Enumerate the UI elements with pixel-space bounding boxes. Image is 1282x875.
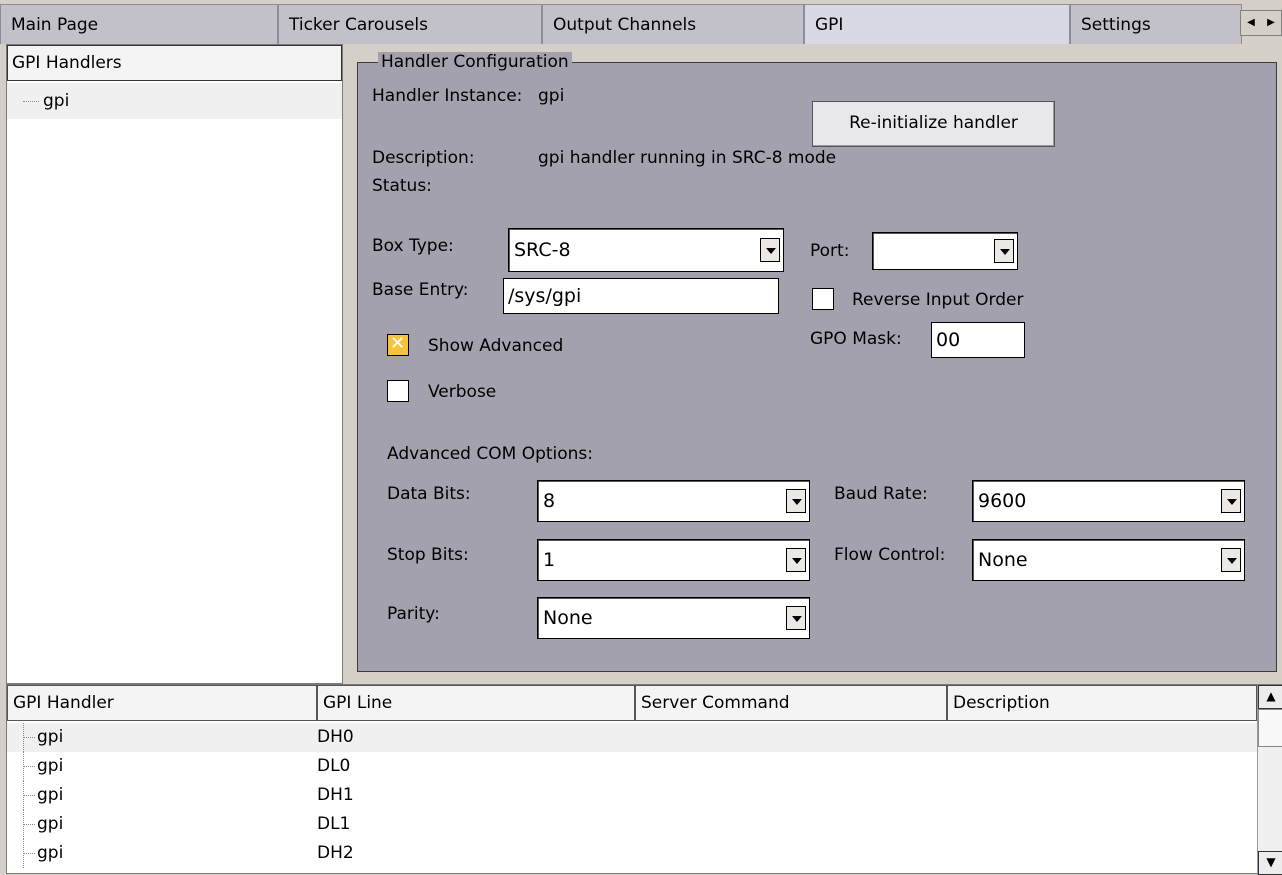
port-label: Port: bbox=[810, 241, 850, 261]
handler-configuration-group: Handler Configuration Handler Instance: … bbox=[357, 52, 1277, 672]
table-row[interactable]: gpi DL0 bbox=[7, 752, 1257, 781]
box-type-select[interactable]: SRC-8 bbox=[508, 228, 784, 272]
cell-line: DH2 bbox=[317, 843, 354, 863]
tab-scroll-buttons: ◀ ▶ bbox=[1240, 10, 1282, 36]
stop-bits-value: 1 bbox=[543, 549, 556, 571]
description-label: Description: bbox=[372, 148, 475, 168]
description-value: gpi handler running in SRC-8 mode bbox=[538, 148, 837, 168]
chevron-down-icon[interactable] bbox=[760, 238, 780, 262]
gpo-mask-label: GPO Mask: bbox=[810, 329, 902, 349]
cell-line: DL0 bbox=[317, 756, 351, 776]
cell-handler: gpi bbox=[37, 785, 64, 805]
tab-gpi[interactable]: GPI bbox=[804, 4, 1070, 44]
chevron-down-icon[interactable] bbox=[994, 239, 1014, 263]
tab-output-channels[interactable]: Output Channels bbox=[542, 4, 804, 44]
column-header-gpi-line[interactable]: GPI Line bbox=[317, 685, 635, 721]
tree-connector bbox=[23, 853, 35, 854]
cell-handler: gpi bbox=[37, 727, 64, 747]
status-label: Status: bbox=[372, 176, 432, 196]
chevron-down-icon[interactable] bbox=[1221, 489, 1241, 513]
tree-connector bbox=[23, 795, 35, 796]
cell-handler: gpi bbox=[37, 814, 64, 834]
tab-bar: Main Page Ticker Carousels Output Channe… bbox=[0, 0, 1282, 44]
tab-ticker-carousels[interactable]: Ticker Carousels bbox=[278, 4, 542, 44]
table-row[interactable]: gpi DH2 bbox=[7, 839, 1257, 868]
show-advanced-checkbox[interactable] bbox=[387, 333, 409, 356]
gpi-handlers-header: GPI Handlers bbox=[7, 45, 342, 81]
table-row[interactable]: gpi DH1 bbox=[7, 781, 1257, 810]
config-panel: Handler Configuration Handler Instance: … bbox=[345, 44, 1282, 684]
table-row[interactable]: gpi DL1 bbox=[7, 810, 1257, 839]
column-header-description[interactable]: Description bbox=[947, 685, 1257, 721]
port-select[interactable] bbox=[872, 232, 1018, 270]
cell-handler: gpi bbox=[37, 843, 64, 863]
tree-item-label: gpi bbox=[43, 91, 70, 111]
tab-label: Output Channels bbox=[553, 15, 697, 35]
chevron-down-icon[interactable] bbox=[786, 606, 806, 630]
cell-line: DL1 bbox=[317, 814, 351, 834]
table-scrollbar[interactable]: ▲ ▼ bbox=[1257, 685, 1282, 875]
cell-line: DH0 bbox=[317, 727, 354, 747]
data-bits-label: Data Bits: bbox=[387, 484, 471, 504]
tree-item-gpi[interactable]: gpi bbox=[7, 83, 342, 119]
tab-label: Main Page bbox=[11, 15, 99, 35]
cell-handler: gpi bbox=[37, 756, 64, 776]
column-header-server-command[interactable]: Server Command bbox=[635, 685, 947, 721]
chevron-down-icon[interactable] bbox=[1221, 548, 1241, 572]
baud-rate-value: 9600 bbox=[978, 490, 1027, 512]
handler-instance-value: gpi bbox=[538, 86, 565, 106]
scroll-down-icon[interactable]: ▼ bbox=[1258, 851, 1282, 875]
cell-line: DH1 bbox=[317, 785, 354, 805]
advanced-com-options-label: Advanced COM Options: bbox=[387, 444, 594, 464]
verbose-label: Verbose bbox=[428, 382, 497, 402]
tab-settings[interactable]: Settings bbox=[1070, 4, 1242, 44]
gpo-mask-field[interactable]: 00 bbox=[931, 322, 1025, 358]
scrollbar-thumb[interactable] bbox=[1258, 709, 1282, 747]
tree-connector bbox=[23, 737, 35, 738]
parity-select[interactable]: None bbox=[537, 597, 810, 639]
reinitialize-handler-button[interactable]: Re-initialize handler bbox=[812, 101, 1055, 147]
scroll-up-icon[interactable]: ▲ bbox=[1258, 685, 1282, 709]
tree-connector bbox=[23, 824, 35, 825]
flow-control-value: None bbox=[978, 549, 1028, 571]
group-title: Handler Configuration bbox=[378, 52, 572, 72]
gpi-lines-table: GPI Handler GPI Line Server Command Desc… bbox=[6, 684, 1282, 875]
reverse-input-order-checkbox[interactable] bbox=[812, 288, 834, 310]
reverse-input-order-label: Reverse Input Order bbox=[852, 290, 1024, 310]
chevron-down-icon[interactable] bbox=[786, 548, 806, 572]
base-entry-label: Base Entry: bbox=[372, 280, 469, 300]
baud-rate-select[interactable]: 9600 bbox=[972, 480, 1245, 522]
stop-bits-label: Stop Bits: bbox=[387, 545, 469, 565]
tab-label: Settings bbox=[1081, 15, 1151, 35]
tab-scroll-left-icon[interactable]: ◀ bbox=[1241, 11, 1261, 35]
tree-connector bbox=[23, 101, 39, 102]
verbose-checkbox[interactable] bbox=[387, 380, 409, 402]
tree-connector bbox=[23, 766, 35, 767]
chevron-down-icon[interactable] bbox=[786, 489, 806, 513]
handler-instance-label: Handler Instance: bbox=[372, 86, 523, 106]
table-row[interactable]: gpi DH0 bbox=[7, 723, 1257, 752]
base-entry-field[interactable]: /sys/gpi bbox=[503, 278, 779, 314]
tab-scroll-right-icon[interactable]: ▶ bbox=[1261, 11, 1281, 35]
gpi-handlers-panel: GPI Handlers gpi bbox=[6, 44, 343, 684]
box-type-label: Box Type: bbox=[372, 236, 454, 256]
parity-label: Parity: bbox=[387, 604, 440, 624]
stop-bits-select[interactable]: 1 bbox=[537, 539, 810, 581]
parity-value: None bbox=[543, 607, 593, 629]
tab-label: Ticker Carousels bbox=[289, 15, 428, 35]
tab-main-page[interactable]: Main Page bbox=[0, 4, 278, 44]
tab-label: GPI bbox=[815, 15, 844, 35]
box-type-value: SRC-8 bbox=[514, 239, 571, 261]
column-header-gpi-handler[interactable]: GPI Handler bbox=[7, 685, 317, 721]
data-bits-value: 8 bbox=[543, 490, 556, 512]
data-bits-select[interactable]: 8 bbox=[537, 480, 810, 522]
baud-rate-label: Baud Rate: bbox=[834, 484, 928, 504]
flow-control-select[interactable]: None bbox=[972, 539, 1245, 581]
flow-control-label: Flow Control: bbox=[834, 545, 946, 565]
show-advanced-label: Show Advanced bbox=[428, 336, 564, 356]
